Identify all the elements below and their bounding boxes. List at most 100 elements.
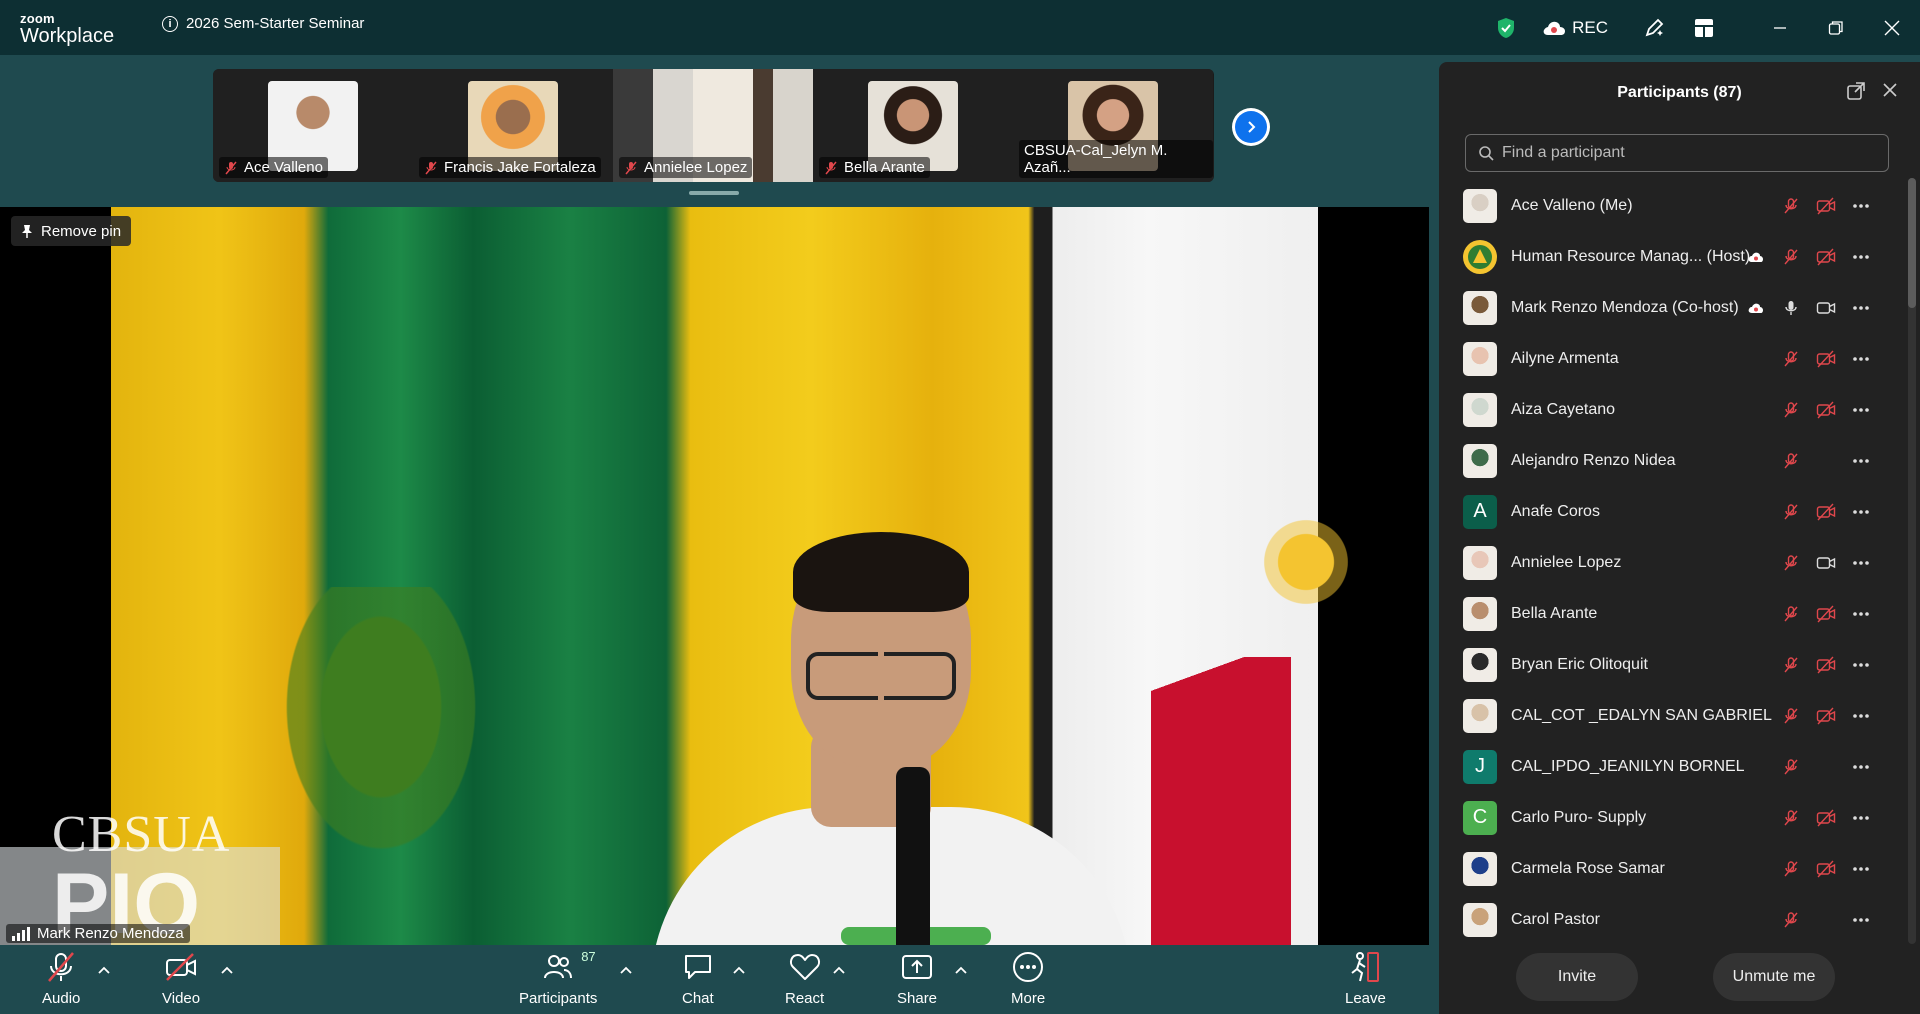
thumbnail-annielee-lopez[interactable]: Annielee Lopez (613, 69, 813, 182)
strip-resize-handle[interactable] (689, 191, 739, 195)
minimize-button[interactable] (1752, 0, 1808, 55)
more-options-icon[interactable] (1850, 909, 1872, 931)
participants-count: 87 (581, 949, 596, 964)
participant-row[interactable]: C Carlo Puro- Supply (1439, 792, 1894, 843)
more-options-icon[interactable] (1850, 756, 1872, 778)
more-options-icon[interactable] (1850, 858, 1872, 880)
video-button[interactable]: Video (162, 949, 200, 1007)
muted-mic-icon[interactable] (1780, 399, 1802, 421)
muted-mic-icon[interactable] (1780, 246, 1802, 268)
participant-row[interactable]: Bella Arante (1439, 588, 1894, 639)
more-options-icon[interactable] (1850, 348, 1872, 370)
meeting-info[interactable]: i 2026 Sem-Starter Seminar (162, 15, 364, 32)
participant-list-scrollbar[interactable] (1908, 178, 1916, 944)
thumbnail-cbsua-cal-jelyn[interactable]: CBSUA-Cal_Jelyn M. Azañ... (1013, 69, 1213, 182)
video-off-icon[interactable] (1815, 705, 1837, 727)
close-window-button[interactable] (1864, 0, 1920, 55)
participant-row[interactable]: Carol Pastor (1439, 894, 1894, 945)
more-options-icon[interactable] (1850, 705, 1872, 727)
next-thumbnails-button[interactable] (1232, 108, 1270, 146)
encryption-shield-icon[interactable] (1488, 10, 1524, 46)
participant-row[interactable]: Carmela Rose Samar (1439, 843, 1894, 894)
video-off-icon[interactable] (1815, 399, 1837, 421)
video-off-icon[interactable] (1815, 246, 1837, 268)
video-off-icon[interactable] (1815, 501, 1837, 523)
more-options-icon[interactable] (1850, 807, 1872, 829)
more-options-icon[interactable] (1850, 297, 1872, 319)
muted-mic-icon[interactable] (1780, 552, 1802, 574)
participant-row[interactable]: J CAL_IPDO_JEANILYN BORNEL (1439, 741, 1894, 792)
participant-row[interactable]: Ailyne Armenta (1439, 333, 1894, 384)
muted-mic-icon[interactable] (1780, 858, 1802, 880)
more-options-icon[interactable] (1850, 654, 1872, 676)
more-button[interactable]: More (1011, 949, 1045, 1007)
share-button[interactable]: Share (897, 949, 937, 1007)
thumbnail-bella-arante[interactable]: Bella Arante (813, 69, 1013, 182)
muted-mic-icon[interactable] (1780, 501, 1802, 523)
close-icon[interactable] (1882, 82, 1898, 103)
react-button[interactable]: React (785, 949, 824, 1007)
participant-row[interactable]: Mark Renzo Mendoza (Co-host) (1439, 282, 1894, 333)
thumbnail-ace-valleno[interactable]: Ace Valleno (213, 69, 413, 182)
video-on-icon[interactable] (1815, 552, 1837, 574)
video-off-icon[interactable] (1815, 654, 1837, 676)
video-off-icon[interactable] (1815, 195, 1837, 217)
participant-row[interactable]: Alejandro Renzo Nidea (1439, 435, 1894, 486)
scrollbar-thumb[interactable] (1908, 178, 1916, 308)
participant-row[interactable]: CAL_COT _EDALYN SAN GABRIEL (1439, 690, 1894, 741)
video-options-chevron-icon[interactable] (221, 963, 233, 977)
muted-mic-icon[interactable] (1780, 654, 1802, 676)
more-options-icon[interactable] (1850, 195, 1872, 217)
participant-search[interactable] (1465, 134, 1889, 172)
chat-button[interactable]: Chat (682, 949, 714, 1007)
muted-mic-icon[interactable] (1780, 756, 1802, 778)
unmute-me-button[interactable]: Unmute me (1713, 953, 1835, 1001)
thumbnail-francis-jake-fortaleza[interactable]: Francis Jake Fortaleza (413, 69, 613, 182)
muted-mic-icon[interactable] (1780, 450, 1802, 472)
participant-row[interactable]: Human Resource Manag... (Host) (1439, 231, 1894, 282)
more-options-icon[interactable] (1850, 399, 1872, 421)
popout-icon[interactable] (1847, 82, 1865, 105)
video-off-icon[interactable] (1815, 348, 1837, 370)
muted-mic-icon[interactable] (1780, 705, 1802, 727)
meeting-title: 2026 Sem-Starter Seminar (186, 15, 365, 32)
remove-pin-button[interactable]: Remove pin (11, 216, 132, 246)
search-input[interactable] (1502, 144, 1862, 162)
video-on-icon[interactable] (1815, 297, 1837, 319)
share-options-chevron-icon[interactable] (955, 963, 967, 977)
muted-mic-icon[interactable] (1780, 348, 1802, 370)
muted-mic-icon[interactable] (1780, 603, 1802, 625)
restore-button[interactable] (1808, 0, 1864, 55)
participant-row[interactable]: Annielee Lopez (1439, 537, 1894, 588)
audio-button[interactable]: Audio (42, 949, 80, 1007)
invite-button[interactable]: Invite (1516, 953, 1638, 1001)
video-off-icon[interactable] (1815, 858, 1837, 880)
info-icon[interactable]: i (162, 15, 178, 32)
chat-options-chevron-icon[interactable] (733, 963, 745, 977)
audio-options-chevron-icon[interactable] (98, 963, 110, 977)
more-options-icon[interactable] (1850, 501, 1872, 523)
video-off-icon[interactable] (1815, 603, 1837, 625)
participant-row[interactable]: Ace Valleno (Me) (1439, 180, 1894, 231)
react-options-chevron-icon[interactable] (833, 963, 845, 977)
participants-options-chevron-icon[interactable] (620, 963, 632, 977)
more-options-icon[interactable] (1850, 603, 1872, 625)
leave-button[interactable]: Leave (1345, 949, 1386, 1007)
more-options-icon[interactable] (1850, 450, 1872, 472)
video-off-icon[interactable] (1815, 807, 1837, 829)
participants-button[interactable]: 87 Participants (519, 949, 597, 1007)
participant-row[interactable]: Bryan Eric Olitoquit (1439, 639, 1894, 690)
muted-mic-icon[interactable] (1780, 807, 1802, 829)
participant-name: Ace Valleno (Me) (1511, 196, 1633, 214)
mic-on-icon[interactable] (1780, 297, 1802, 319)
annotate-pen-icon[interactable] (1636, 10, 1672, 46)
apps-grid-icon[interactable] (1686, 10, 1722, 46)
more-options-icon[interactable] (1850, 552, 1872, 574)
participant-row[interactable]: A Anafe Coros (1439, 486, 1894, 537)
recording-indicator[interactable]: REC (1542, 18, 1608, 38)
participant-status-icons (1780, 756, 1872, 778)
participant-row[interactable]: Aiza Cayetano (1439, 384, 1894, 435)
more-options-icon[interactable] (1850, 246, 1872, 268)
muted-mic-icon[interactable] (1780, 909, 1802, 931)
muted-mic-icon[interactable] (1780, 195, 1802, 217)
